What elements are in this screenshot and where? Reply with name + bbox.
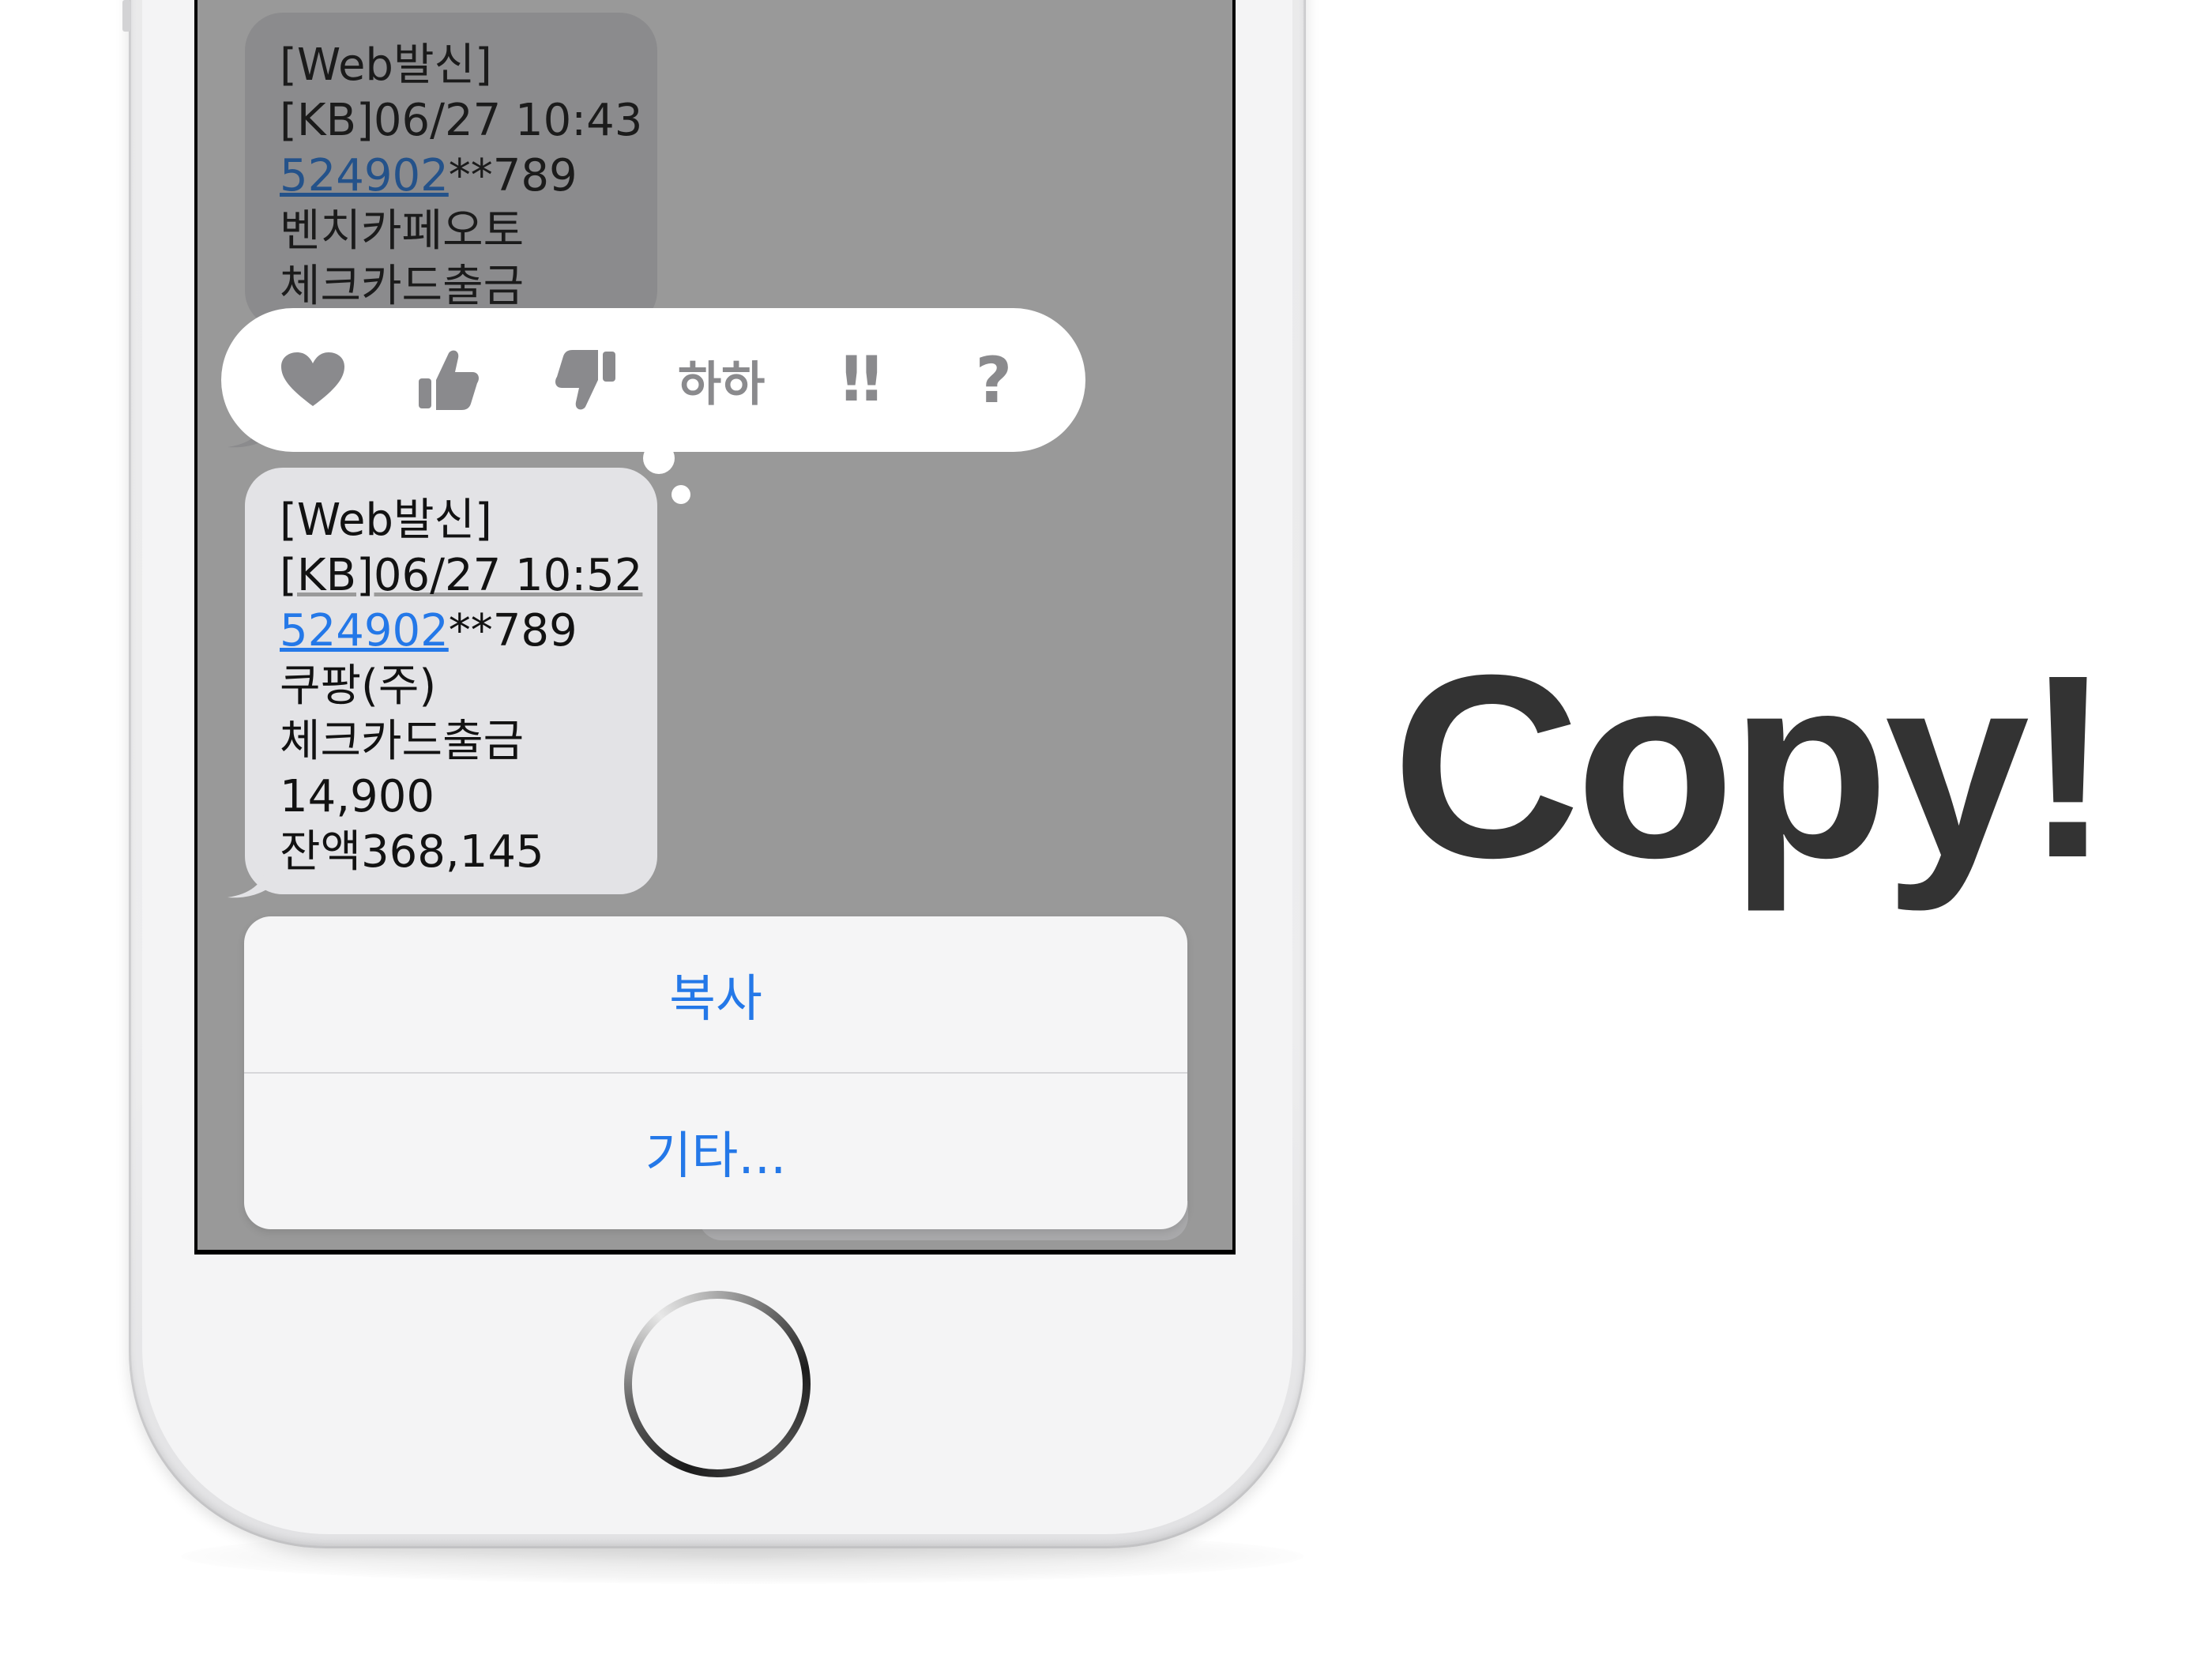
card-number-line: 524902**789: [280, 604, 626, 659]
message-line: [KB]06/27 10:52: [280, 550, 643, 601]
message-line: 체크카드출금: [280, 261, 525, 312]
more-menu-item[interactable]: 기타...: [244, 1074, 1187, 1229]
home-button-face: [632, 1299, 803, 1469]
question-icon[interactable]: ?: [946, 333, 1041, 427]
thumbs-up-icon[interactable]: [401, 333, 496, 427]
thumbs-down-icon[interactable]: [538, 333, 633, 427]
tapback-bubble-dot: [643, 442, 675, 474]
message-bubble-1[interactable]: [Web발신] [KB]06/27 10:43 524902**789 벤치카페…: [245, 13, 657, 329]
message-line: 벤치카페오토: [280, 205, 525, 257]
message-line: [Web발신]: [280, 495, 492, 546]
copy-menu-item[interactable]: 복사: [244, 916, 1187, 1072]
card-number-line: 524902**789: [280, 149, 626, 204]
message-line: 잔액368,145: [280, 826, 544, 878]
home-button[interactable]: [624, 1291, 811, 1477]
headline: Copy!: [1392, 620, 2112, 912]
heart-icon[interactable]: [265, 333, 360, 427]
message-thread: [Web발신] [KB]06/27 10:43 524902**789 벤치카페…: [198, 0, 1232, 1250]
side-button: [122, 0, 130, 32]
card-number-suffix: **789: [448, 150, 577, 201]
card-number-suffix: **789: [448, 605, 577, 656]
screen: [Web발신] [KB]06/27 10:43 524902**789 벤치카페…: [194, 0, 1236, 1255]
bubble-tail-2: [228, 867, 273, 898]
tapback-bubble-dot-small: [672, 485, 690, 504]
message-line: [Web발신]: [280, 40, 492, 91]
haha-label: 하하: [677, 356, 766, 412]
context-menu: 복사 기타...: [244, 916, 1187, 1229]
question-label: ?: [975, 343, 1012, 417]
message-bubble-2[interactable]: [Web발신] [KB]06/27 10:52 524902**789 쿠팡(주…: [245, 468, 657, 894]
message-line: 쿠팡(주): [280, 660, 437, 712]
exclamation-label: !!: [837, 344, 886, 416]
tapback-bar: 하하 !! ?: [221, 308, 1085, 452]
card-number-link[interactable]: 524902: [280, 605, 449, 656]
message-line: 14,900: [280, 771, 434, 822]
message-line: [KB]06/27 10:43: [280, 95, 643, 146]
card-number-link[interactable]: 524902: [280, 150, 449, 201]
exclamation-icon[interactable]: !!: [810, 333, 905, 427]
message-line: 체크카드출금: [280, 716, 525, 767]
haha-icon[interactable]: 하하: [674, 333, 769, 427]
